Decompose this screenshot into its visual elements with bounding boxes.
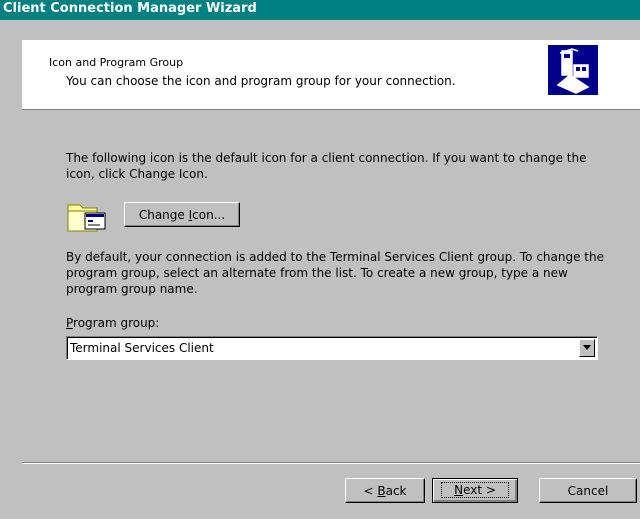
change-icon-button[interactable]: Change Icon... — [124, 202, 240, 227]
program-group-combobox[interactable]: Terminal Services Client — [66, 336, 598, 360]
change-icon-label-post: con... — [192, 208, 226, 222]
next-button[interactable]: Next > — [432, 478, 518, 503]
program-group-label-rest: rogram group: — [73, 316, 160, 330]
header-banner: Icon and Program Group You can choose th… — [22, 40, 640, 109]
back-label-pre: < — [363, 484, 378, 498]
program-group-label-mnemonic: P — [66, 316, 74, 330]
next-label-post: ext > — [463, 483, 496, 497]
dropdown-arrow-icon[interactable] — [579, 339, 595, 357]
title-bar[interactable]: Client Connection Manager Wizard — [0, 0, 640, 20]
footer-divider-highlight — [22, 463, 640, 464]
back-label-post: ack — [385, 484, 407, 498]
network-computers-icon — [548, 45, 598, 95]
change-icon-label-pre: Change — [138, 208, 189, 222]
program-group-label: Program group: — [66, 316, 159, 330]
header-divider — [22, 109, 640, 110]
icon-description: The following icon is the default icon f… — [66, 151, 587, 181]
back-label-mnemonic: B — [377, 484, 386, 498]
group-description: By default, your connection is added to … — [66, 250, 604, 296]
cancel-button[interactable]: Cancel — [539, 478, 637, 503]
page-subtitle: You can choose the icon and program grou… — [66, 74, 456, 88]
page-title: Icon and Program Group — [49, 56, 184, 69]
program-group-value[interactable]: Terminal Services Client — [70, 341, 214, 355]
window-title: Client Connection Manager Wizard — [3, 1, 257, 16]
next-focus-ring: Next > — [441, 482, 509, 498]
back-button[interactable]: < Back — [345, 478, 425, 503]
next-label-mnemonic: N — [454, 483, 464, 497]
folder-window-icon — [67, 199, 107, 233]
